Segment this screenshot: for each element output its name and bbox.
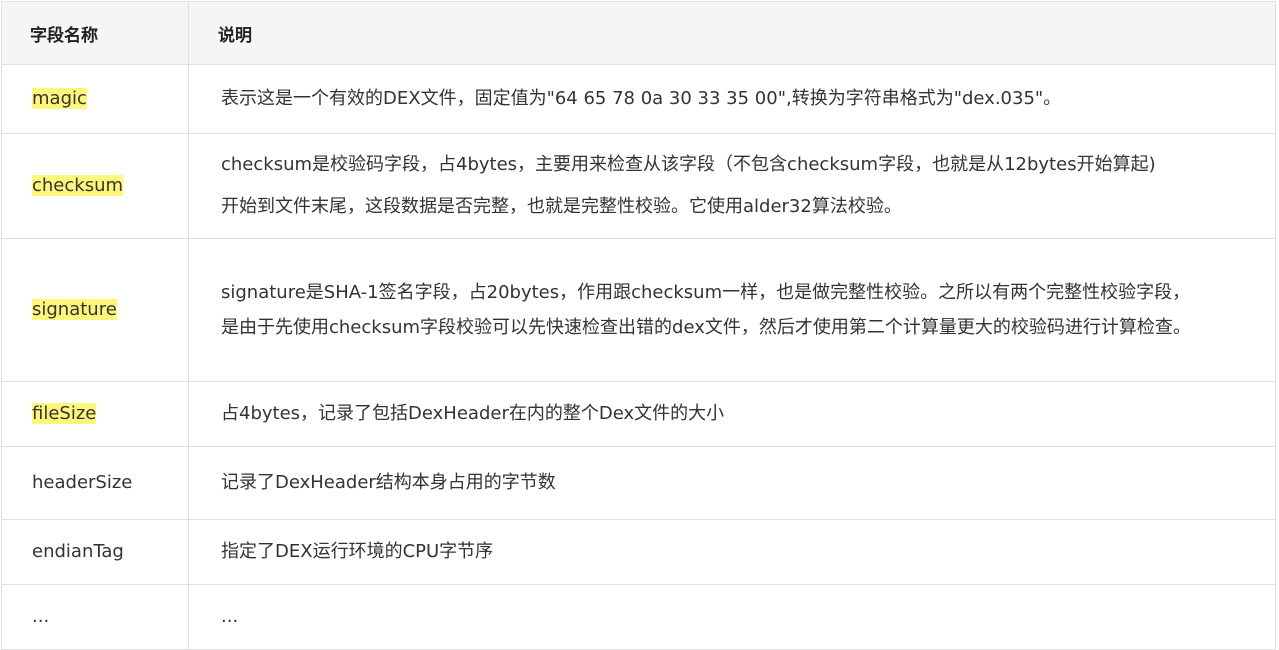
field-name-signature: signature xyxy=(32,299,117,320)
column-header-description: 说明 xyxy=(188,1,1276,65)
description-text: 记录了DexHeader结构本身占用的字节数 xyxy=(221,472,556,493)
table-row: endianTag 指定了DEX运行环境的CPU字节序 xyxy=(1,519,1276,585)
field-name-cell: checksum xyxy=(1,133,189,239)
table-body: magic 表示这是一个有效的DEX文件，固定值为"64 65 78 0a 30… xyxy=(1,64,1276,650)
field-description-table: 字段名称 说明 magic 表示这是一个有效的DEX文件，固定值为"64 65 … xyxy=(1,1,1276,650)
description-cell: 占4bytes，记录了包括DexHeader在内的整个Dex文件的大小 xyxy=(188,381,1276,447)
field-name-cell: headerSize xyxy=(1,446,189,520)
table-row: magic 表示这是一个有效的DEX文件，固定值为"64 65 78 0a 30… xyxy=(1,64,1276,134)
description-cell: signature是SHA-1签名字段，占20bytes，作用跟checksum… xyxy=(188,238,1276,382)
field-name-magic: magic xyxy=(32,88,87,109)
table-row: signature signature是SHA-1签名字段，占20bytes，作… xyxy=(1,238,1276,382)
description-cell: 记录了DexHeader结构本身占用的字节数 xyxy=(188,446,1276,520)
field-name-checksum: checksum xyxy=(32,175,124,196)
description-text: ... xyxy=(221,606,239,627)
table-header-row: 字段名称 说明 xyxy=(1,1,1276,65)
field-name-headersize: headerSize xyxy=(32,472,133,493)
description-cell: 指定了DEX运行环境的CPU字节序 xyxy=(188,519,1276,585)
field-name-cell: endianTag xyxy=(1,519,189,585)
field-name-cell: magic xyxy=(1,64,189,134)
description-text: 表示这是一个有效的DEX文件，固定值为"64 65 78 0a 30 33 35… xyxy=(221,88,1062,109)
description-text: 占4bytes，记录了包括DexHeader在内的整个Dex文件的大小 xyxy=(221,403,725,424)
column-header-field-name: 字段名称 xyxy=(1,1,189,65)
field-name-ellipsis: ... xyxy=(32,606,50,627)
description-text: 开始到文件末尾，这段数据是否完整，也就是完整性校验。它使用alder32算法校验… xyxy=(221,196,902,217)
description-text: 是由于先使用checksum字段校验可以先快速检查出错的dex文件，然后才使用第… xyxy=(221,317,1191,338)
description-cell: 表示这是一个有效的DEX文件，固定值为"64 65 78 0a 30 33 35… xyxy=(188,64,1276,134)
field-name-endiantag: endianTag xyxy=(32,541,124,562)
field-name-filesize: fileSize xyxy=(32,403,97,424)
description-text: checksum是校验码字段，占4bytes，主要用来检查从该字段（不包含che… xyxy=(221,154,1156,175)
description-text: 指定了DEX运行环境的CPU字节序 xyxy=(221,541,494,562)
description-text: signature是SHA-1签名字段，占20bytes，作用跟checksum… xyxy=(221,282,1191,303)
table-row: headerSize 记录了DexHeader结构本身占用的字节数 xyxy=(1,446,1276,520)
field-name-cell: signature xyxy=(1,238,189,382)
table-row: fileSize 占4bytes，记录了包括DexHeader在内的整个Dex文… xyxy=(1,381,1276,447)
description-cell: checksum是校验码字段，占4bytes，主要用来检查从该字段（不包含che… xyxy=(188,133,1276,239)
field-name-cell: fileSize xyxy=(1,381,189,447)
table-header: 字段名称 说明 xyxy=(1,1,1276,65)
table-row: checksum checksum是校验码字段，占4bytes，主要用来检查从该… xyxy=(1,133,1276,239)
